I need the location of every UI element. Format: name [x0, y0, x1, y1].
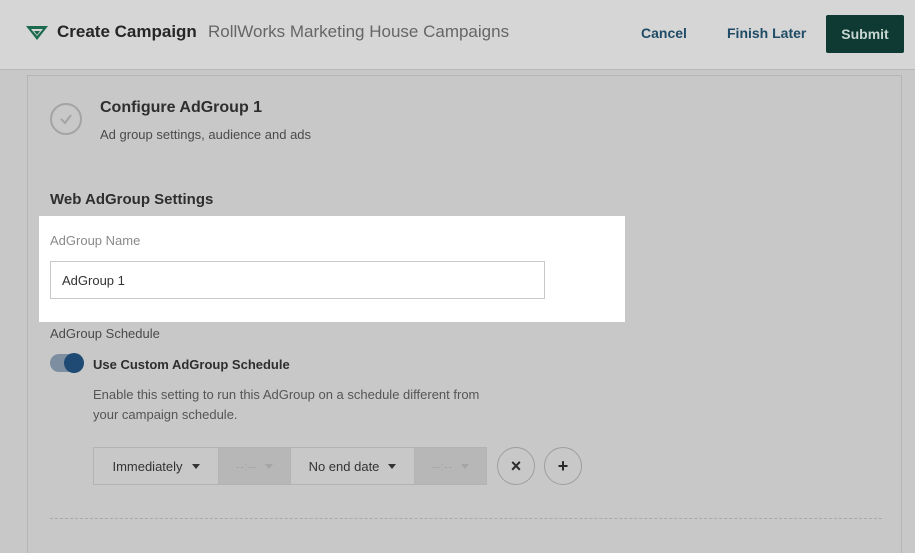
end-time-value: --:--	[431, 458, 453, 474]
add-schedule-button[interactable]: +	[544, 447, 582, 485]
rollworks-logo-icon	[26, 26, 48, 40]
submit-button[interactable]: Submit	[826, 15, 904, 53]
close-icon: ×	[510, 455, 522, 476]
chevron-down-icon	[388, 463, 397, 469]
section-divider	[50, 518, 882, 519]
start-date-value: Immediately	[112, 458, 183, 474]
finish-later-button[interactable]: Finish Later	[727, 25, 806, 41]
schedule-label: AdGroup Schedule	[50, 326, 160, 341]
end-time-dropdown: --:--	[414, 447, 487, 485]
section-subtitle: Ad group settings, audience and ads	[100, 127, 312, 142]
chevron-down-icon	[191, 463, 200, 469]
plus-icon: +	[557, 455, 569, 476]
start-date-dropdown[interactable]: Immediately	[93, 447, 219, 485]
toggle-knob	[64, 353, 84, 373]
check-icon	[50, 103, 82, 135]
chevron-down-icon	[461, 463, 470, 469]
adgroup-name-panel: AdGroup Name	[39, 216, 625, 322]
schedule-description: Enable this setting to run this AdGroup …	[93, 387, 480, 422]
custom-schedule-label: Use Custom AdGroup Schedule	[93, 357, 290, 372]
top-header: Create Campaign RollWorks Marketing Hous…	[0, 0, 915, 70]
campaign-name: RollWorks Marketing House Campaigns	[208, 22, 510, 41]
cancel-button[interactable]: Cancel	[641, 25, 687, 41]
adgroup-name-input[interactable]	[50, 261, 545, 299]
adgroup-name-label: AdGroup Name	[50, 233, 141, 248]
page-title: Create Campaign	[57, 22, 197, 41]
section-title: Configure AdGroup 1	[100, 99, 263, 116]
start-time-dropdown: --:--	[218, 447, 291, 485]
end-date-dropdown[interactable]: No end date	[290, 447, 415, 485]
settings-heading: Web AdGroup Settings	[50, 191, 214, 208]
start-time-value: --:--	[235, 458, 257, 474]
custom-schedule-toggle[interactable]	[50, 353, 84, 373]
end-date-value: No end date	[308, 458, 380, 474]
remove-schedule-button[interactable]: ×	[497, 447, 535, 485]
chevron-down-icon	[265, 463, 274, 469]
